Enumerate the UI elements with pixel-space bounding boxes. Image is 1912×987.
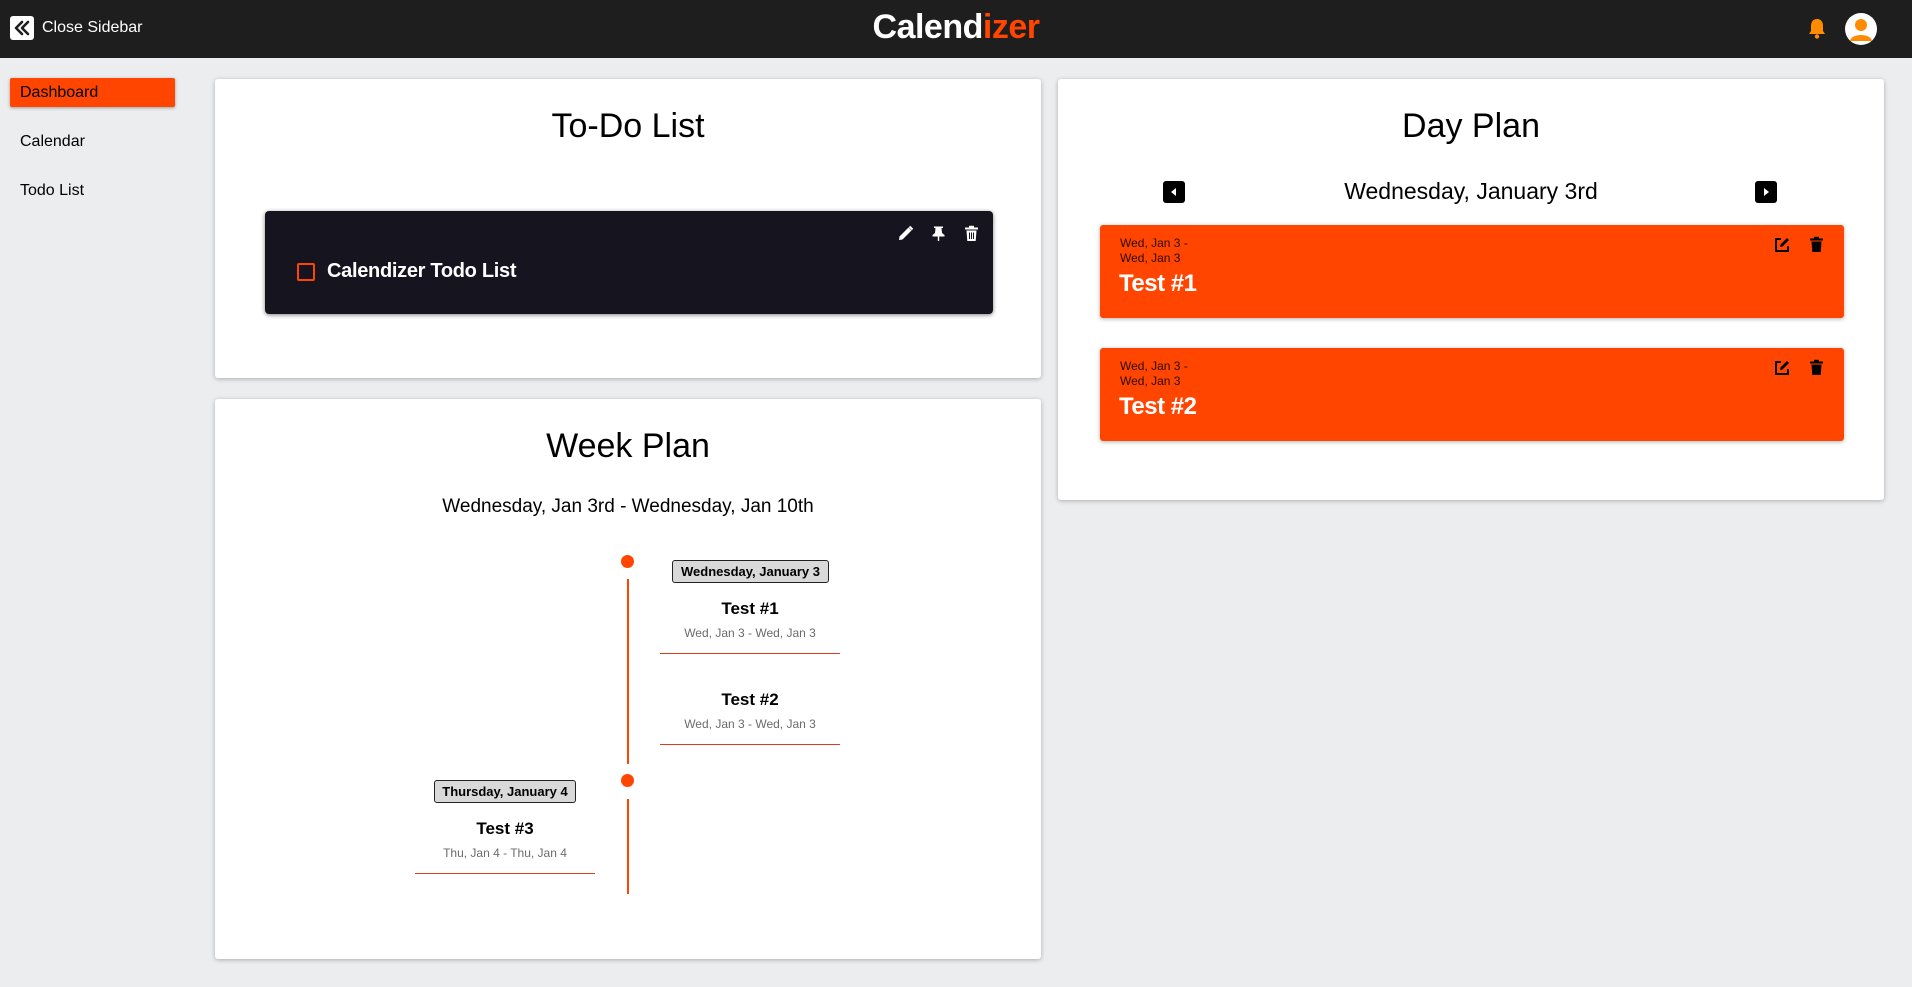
trash-icon[interactable] [1807,235,1826,254]
timeline-line [627,579,629,764]
timeline-date-badge: Thursday, January 4 [434,780,576,803]
edit-icon[interactable] [1772,358,1791,377]
brand-text-part1: Calend [872,8,984,46]
day-event-title: Test #1 [1119,270,1197,297]
day-event-card[interactable]: Wed, Jan 3 - Wed, Jan 3 Test #1 [1100,225,1844,318]
timeline-line [627,799,629,894]
timeline-dot [621,774,634,787]
day-event-card[interactable]: Wed, Jan 3 - Wed, Jan 3 Test #2 [1100,348,1844,441]
day-event-range-end: Wed, Jan 3 [1120,251,1181,265]
todo-card-title: To-Do List [551,107,705,145]
day-event-range-end: Wed, Jan 3 [1120,374,1181,388]
todo-item: Calendizer Todo List [265,211,993,314]
timeline-dot [621,555,634,568]
timeline-event[interactable]: Test #1 Wed, Jan 3 - Wed, Jan 3 [660,599,840,654]
timeline-event-dates: Wed, Jan 3 - Wed, Jan 3 [684,717,816,731]
day-plan-title: Day Plan [1402,107,1540,145]
week-plan-title: Week Plan [546,427,710,465]
timeline-date-badge: Wednesday, January 3 [672,560,829,583]
timeline-event-title: Test #2 [721,690,779,709]
day-event-range: Wed, Jan 3 - Wed, Jan 3 [1120,359,1200,389]
todo-item-actions [896,224,981,243]
timeline-event-title: Test #1 [721,599,779,618]
week-range-label: Wednesday, Jan 3rd - Wednesday, Jan 10th [442,496,814,517]
day-event-actions [1772,358,1826,377]
user-avatar-icon [1850,19,1872,41]
user-avatar[interactable] [1845,13,1877,45]
timeline-event-dates: Thu, Jan 4 - Thu, Jan 4 [443,846,567,860]
arrow-right-icon[interactable] [1755,181,1777,203]
sidebar-item-todo-list[interactable]: Todo List [10,176,175,205]
trash-icon[interactable] [1807,358,1826,377]
top-bar: Close Sidebar Calendizer [0,0,1912,58]
timeline-event-title: Test #3 [476,819,534,838]
trash-icon[interactable] [962,224,981,243]
day-navigation: Wednesday, January 3rd [1058,176,1884,208]
day-plan-card: Day Plan Wednesday, January 3rd Wed, Jan… [1058,79,1884,500]
day-event-actions [1772,235,1826,254]
brand-text-part2: izer [982,8,1040,46]
day-event-title: Test #2 [1119,393,1197,420]
timeline-event[interactable]: Test #3 Thu, Jan 4 - Thu, Jan 4 [415,819,595,874]
timeline-event-dates: Wed, Jan 3 - Wed, Jan 3 [684,626,816,640]
edit-icon[interactable] [1772,235,1791,254]
day-event-range-start: Wed, Jan 3 - [1120,236,1188,250]
todo-card: To-Do List Calendizer Todo List [215,79,1041,378]
todo-item-label: Calendizer Todo List [327,260,517,282]
day-event-range-start: Wed, Jan 3 - [1120,359,1188,373]
pin-icon[interactable] [929,224,948,243]
sidebar-item-calendar[interactable]: Calendar [10,127,175,156]
week-plan-card: Week Plan Wednesday, Jan 3rd - Wednesday… [215,399,1041,959]
timeline-event[interactable]: Test #2 Wed, Jan 3 - Wed, Jan 3 [660,690,840,745]
bell-icon[interactable] [1806,17,1828,39]
day-event-range: Wed, Jan 3 - Wed, Jan 3 [1120,236,1200,266]
sidebar-item-dashboard[interactable]: Dashboard [10,78,175,107]
pencil-icon[interactable] [896,224,915,243]
app-logo: Calendizer [0,8,1912,47]
todo-checkbox[interactable] [297,263,315,281]
